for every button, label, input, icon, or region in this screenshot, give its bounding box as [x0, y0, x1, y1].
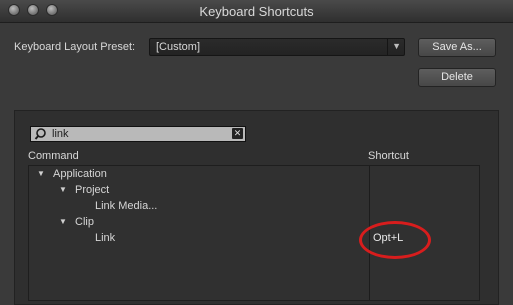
chevron-down-icon: ▼: [392, 41, 401, 51]
annotation-circle: [359, 221, 431, 259]
window-title: Keyboard Shortcuts: [199, 4, 314, 19]
disclosure-triangle-icon[interactable]: ▼: [59, 182, 67, 198]
tree-row-project[interactable]: ▼ Project: [29, 182, 479, 198]
disclosure-triangle-icon[interactable]: ▼: [37, 166, 45, 182]
title-bar: Keyboard Shortcuts: [0, 0, 513, 23]
search-icon: [34, 127, 48, 144]
disclosure-triangle-icon[interactable]: ▼: [59, 214, 67, 230]
delete-button[interactable]: Delete: [418, 68, 496, 87]
column-header-shortcut[interactable]: Shortcut: [368, 150, 409, 162]
dropdown-separator: [387, 39, 388, 55]
tree-row-application[interactable]: ▼ Application: [29, 166, 479, 182]
save-as-button[interactable]: Save As...: [418, 38, 496, 57]
clear-search-icon[interactable]: ✕: [232, 128, 243, 139]
preset-label: Keyboard Layout Preset:: [14, 41, 136, 53]
search-input[interactable]: link: [52, 128, 69, 140]
tree-row-label: Clip: [75, 216, 94, 228]
tree-row-label: Link Media...: [95, 200, 158, 212]
tree-row-label: Project: [75, 184, 110, 196]
column-header-command[interactable]: Command: [28, 150, 79, 162]
preset-dropdown[interactable]: [Custom] ▼: [149, 38, 405, 56]
tree-row-label: Link: [95, 232, 116, 244]
tree-row-label: Application: [53, 168, 107, 180]
search-field[interactable]: link ✕: [30, 126, 246, 142]
tree-row-link-media[interactable]: Link Media...: [29, 198, 479, 214]
preset-value: [Custom]: [156, 41, 201, 53]
